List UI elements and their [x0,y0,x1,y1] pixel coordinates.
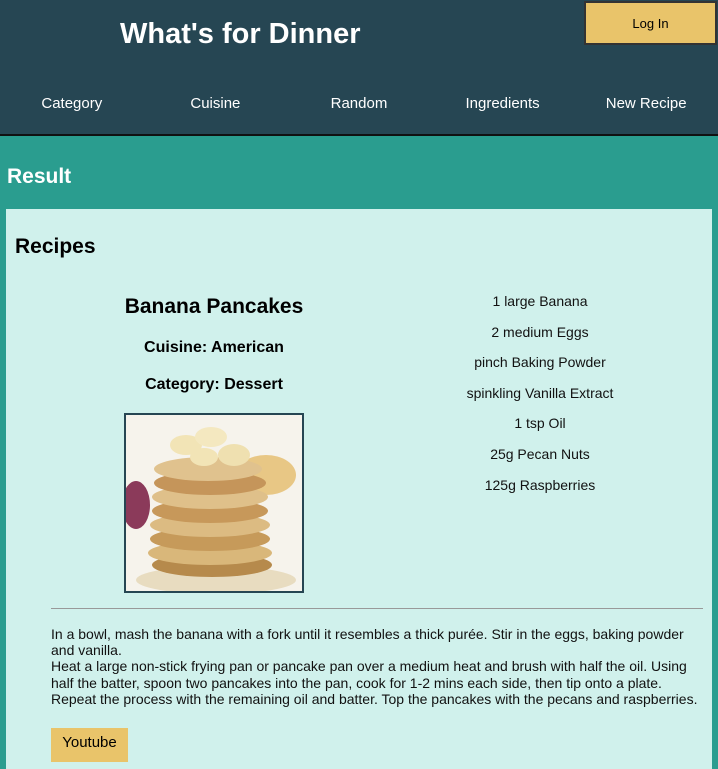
divider [51,608,703,609]
ingredient-item: 1 tsp Oil [514,415,566,432]
nav-item-category[interactable]: Category [0,90,144,118]
main-nav: Category Cuisine Random Ingredients New … [0,90,718,118]
recipes-heading: Recipes [15,235,96,258]
ingredient-item: 1 large Banana [492,293,588,309]
nav-item-ingredients[interactable]: Ingredients [431,90,575,118]
login-button[interactable]: Log In [584,1,717,45]
ingredient-item: 125g Raspberries [484,476,596,493]
youtube-button[interactable]: Youtube [51,728,128,762]
nav-item-random[interactable]: Random [287,90,431,118]
recipe-image [124,413,304,593]
recipe-cuisine: Cuisine: American [144,339,284,356]
site-header: What's for Dinner Log In Category Cuisin… [0,0,718,136]
nav-item-cuisine[interactable]: Cuisine [144,90,288,118]
ingredient-item: 25g Pecan Nuts [490,445,590,462]
ingredient-item: spinkling Vanilla Extract [466,384,614,401]
ingredients-list: 1 large Banana 2 medium Eggs pinch Bakin… [420,291,660,505]
recipe-category: Category: Dessert [145,376,283,393]
recipes-panel: Recipes Banana Pancakes Cuisine: America… [6,209,712,769]
ingredient-item: pinch Baking Powder [474,354,606,371]
ingredient-item: 2 medium Eggs [491,323,589,340]
site-title: What's for Dinner [120,18,361,50]
recipe-instructions: In a bowl, mash the banana with a fork u… [51,626,698,707]
recipe-title: Banana Pancakes [124,295,304,318]
result-heading: Result [7,165,72,188]
nav-item-new-recipe[interactable]: New Recipe [574,90,718,118]
